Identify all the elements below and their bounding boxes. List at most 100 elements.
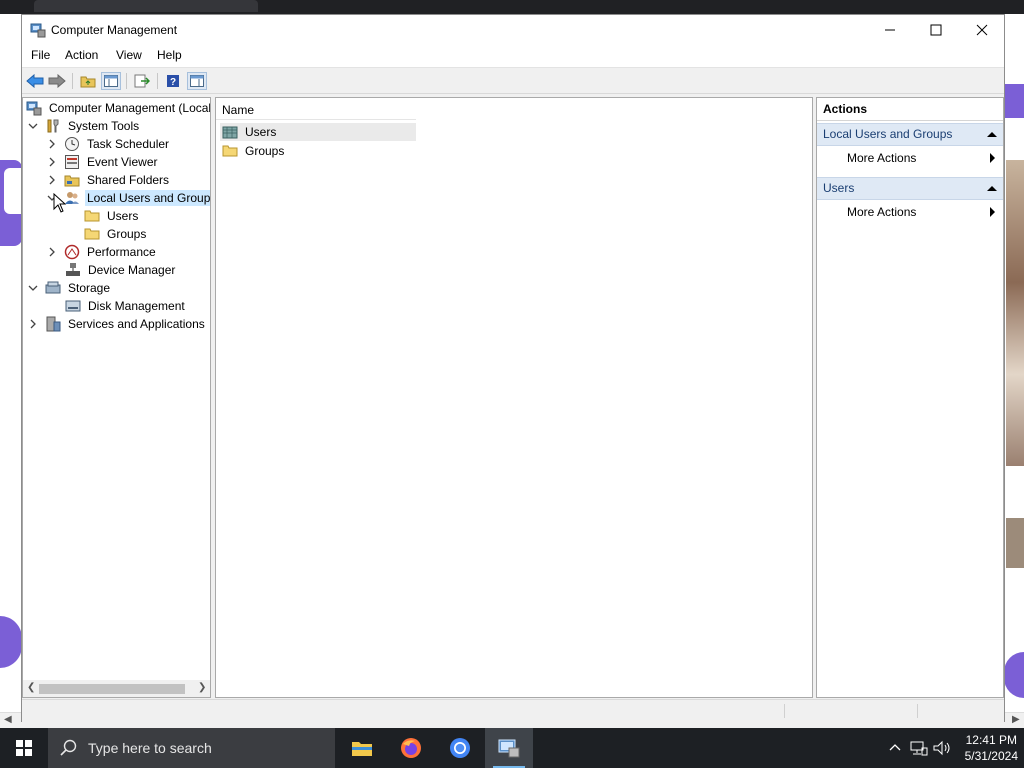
chevron-right-icon[interactable] — [46, 246, 58, 258]
tree-item-users[interactable]: Users — [84, 207, 140, 225]
tree-item-local-users-and-groups[interactable]: Local Users and Groups — [46, 189, 210, 207]
start-button[interactable] — [0, 728, 48, 768]
chevron-down-icon[interactable] — [27, 120, 39, 132]
maximize-button[interactable] — [913, 15, 959, 45]
tools-icon — [45, 118, 61, 134]
list-item-groups[interactable]: Groups — [220, 142, 416, 160]
tree-item-groups[interactable]: Groups — [84, 225, 148, 243]
taskbar-file-explorer[interactable] — [338, 728, 386, 768]
status-bar — [22, 699, 1004, 722]
scroll-left-icon[interactable]: ❮ — [27, 682, 35, 693]
tree-item-system-tools[interactable]: System Tools — [27, 117, 141, 135]
console-tree-pane: Computer Management (Local System Tools … — [22, 97, 211, 698]
show-hide-console-tree-button[interactable] — [101, 72, 121, 90]
toolbar-separator — [72, 73, 73, 89]
show-hide-action-pane-button[interactable] — [187, 72, 207, 90]
system-tray: 12:41 PM 5/31/2024 — [880, 728, 1024, 768]
tree-item-task-scheduler[interactable]: Task Scheduler — [46, 135, 171, 153]
tree-item-device-manager[interactable]: Device Manager — [65, 261, 177, 279]
computer-management-icon — [30, 22, 46, 38]
file-explorer-icon — [352, 742, 372, 756]
shared-folders-icon — [64, 172, 80, 188]
menu-bar: File Action View Help — [22, 45, 1004, 67]
menu-action[interactable]: Action — [65, 48, 98, 62]
tree-label: Disk Management — [88, 299, 185, 313]
taskbar-chrome[interactable] — [436, 728, 484, 768]
menu-view[interactable]: View — [116, 48, 142, 62]
chevron-right-icon[interactable] — [46, 138, 58, 150]
computer-management-window: Computer Management File Action View Hel… — [21, 14, 1005, 722]
tree-label: Groups — [107, 227, 147, 241]
search-icon — [60, 739, 77, 756]
tree-item-computer-management[interactable]: Computer Management (Local — [26, 99, 210, 117]
taskbar-firefox[interactable] — [387, 728, 435, 768]
svg-text:?: ? — [170, 77, 176, 88]
list-item-users[interactable]: Users — [220, 123, 416, 141]
taskbar-search-box[interactable]: Type here to search — [48, 728, 335, 768]
minimize-button[interactable] — [867, 15, 913, 45]
tree-label: Storage — [68, 281, 111, 295]
volume-icon[interactable] — [933, 740, 953, 756]
tree-item-services-and-applications[interactable]: Services and Applications — [27, 315, 207, 333]
folder-icon — [222, 143, 238, 159]
network-icon[interactable] — [910, 740, 928, 756]
taskbar: Type here to search 12:41 PM 5/31/2024 — [0, 728, 1024, 768]
tree-label: Event Viewer — [87, 155, 158, 169]
taskbar-computer-management[interactable] — [485, 728, 533, 768]
scroll-right-icon[interactable]: ❯ — [198, 682, 206, 693]
chevron-right-icon[interactable] — [27, 318, 39, 330]
tree-item-shared-folders[interactable]: Shared Folders — [46, 171, 171, 189]
help-button[interactable]: ? — [163, 72, 183, 90]
windows-logo-icon — [16, 740, 32, 756]
actions-title: Actions — [823, 102, 868, 116]
tree-item-performance[interactable]: Performance — [46, 243, 158, 261]
tree-item-storage[interactable]: Storage — [27, 279, 112, 297]
scroll-left-icon[interactable]: ◀ — [4, 714, 12, 725]
chevron-down-icon[interactable] — [27, 282, 39, 294]
menu-help[interactable]: Help — [157, 48, 182, 62]
export-list-button[interactable] — [132, 72, 152, 90]
column-header-name[interactable]: Name — [216, 98, 416, 120]
toolbar: ? — [22, 67, 1004, 94]
tree-label: Performance — [87, 245, 156, 259]
chevron-right-icon[interactable] — [46, 156, 58, 168]
scroll-right-icon[interactable]: ▶ — [1012, 714, 1020, 725]
more-actions-item[interactable]: More Actions — [817, 202, 1003, 222]
tree-item-event-viewer[interactable]: Event Viewer — [46, 153, 159, 171]
search-placeholder: Type here to search — [88, 740, 212, 756]
users-folder-icon — [222, 124, 238, 140]
tree-item-disk-management[interactable]: Disk Management — [65, 297, 187, 315]
submenu-arrow-icon — [990, 153, 995, 163]
background-photo — [1006, 160, 1024, 466]
help-icon: ? — [167, 75, 179, 88]
collapse-up-icon[interactable] — [987, 132, 997, 137]
window-title: Computer Management — [51, 23, 178, 37]
minimize-icon — [885, 29, 895, 31]
action-group-local-users-and-groups[interactable]: Local Users and Groups — [817, 123, 1003, 146]
forward-button[interactable] — [47, 72, 67, 90]
close-button[interactable] — [959, 15, 1005, 45]
device-manager-icon — [65, 262, 81, 278]
chevron-right-icon[interactable] — [46, 174, 58, 186]
menu-file[interactable]: File — [31, 48, 50, 62]
chevron-up-icon[interactable] — [889, 742, 901, 752]
up-folder-icon — [80, 76, 96, 88]
title-bar[interactable]: Computer Management — [22, 15, 1004, 45]
toolbar-separator — [157, 73, 158, 89]
action-group-users[interactable]: Users — [817, 177, 1003, 200]
chrome-icon — [450, 738, 470, 758]
submenu-arrow-icon — [990, 207, 995, 217]
back-button[interactable] — [25, 72, 45, 90]
up-one-level-button[interactable] — [78, 72, 98, 90]
taskbar-clock[interactable]: 12:41 PM 5/31/2024 — [965, 732, 1018, 764]
toolbar-separator — [126, 73, 127, 89]
more-actions-item[interactable]: More Actions — [817, 148, 1003, 168]
status-separator — [917, 704, 918, 718]
scrollbar-thumb[interactable] — [39, 684, 185, 694]
collapse-up-icon[interactable] — [987, 186, 997, 191]
tree-horizontal-scrollbar[interactable]: ❮ ❯ — [23, 680, 210, 697]
clock-time: 12:41 PM — [965, 733, 1017, 747]
forward-arrow-icon — [48, 74, 66, 88]
tree-label: Task Scheduler — [87, 137, 170, 151]
list-item-label: Groups — [245, 144, 285, 158]
